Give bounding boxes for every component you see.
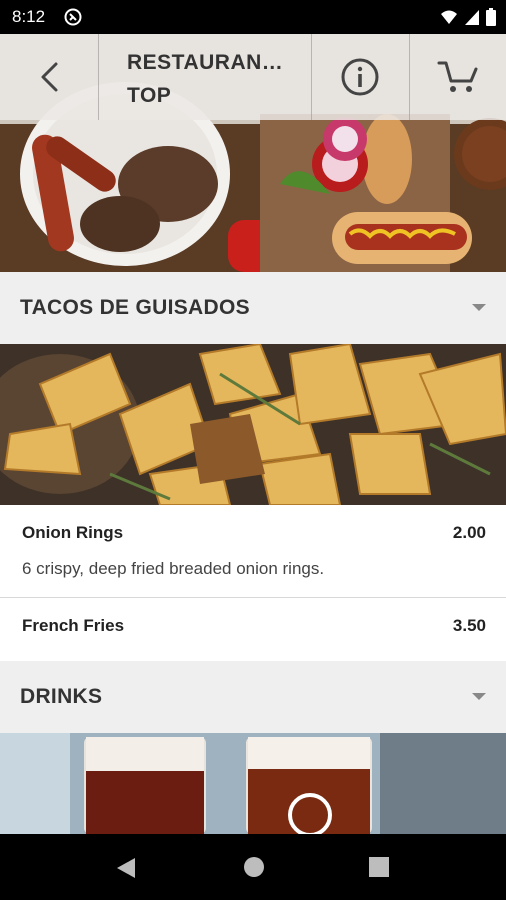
section-image-drinks bbox=[0, 733, 506, 834]
top-app-bar: RESTAURAN… TOP bbox=[0, 34, 506, 120]
title-line-2: TOP bbox=[127, 84, 172, 107]
signal-icon bbox=[465, 10, 479, 25]
nav-back-icon[interactable] bbox=[115, 856, 137, 880]
chevron-down-icon bbox=[472, 304, 486, 311]
potato-wedges-illustration bbox=[0, 344, 506, 505]
section-title: DRINKS bbox=[20, 685, 103, 708]
soda-glasses-illustration bbox=[0, 733, 506, 834]
item-name: French Fries bbox=[22, 616, 125, 635]
section-image-potatoes bbox=[0, 344, 506, 505]
back-button[interactable] bbox=[0, 34, 98, 120]
navigation-bar bbox=[0, 834, 506, 900]
divider bbox=[98, 34, 99, 120]
menu-item-french-fries[interactable]: French Fries 3.50 bbox=[0, 598, 506, 660]
info-icon bbox=[341, 58, 379, 96]
item-description: 6 crispy, deep fried breaded onion rings… bbox=[22, 559, 325, 578]
info-button[interactable] bbox=[311, 34, 409, 120]
status-icons bbox=[440, 8, 496, 26]
cart-icon bbox=[437, 61, 477, 92]
nav-recents-icon[interactable] bbox=[369, 857, 389, 877]
restaurant-title: RESTAURAN… TOP bbox=[127, 46, 307, 112]
section-header-tacos[interactable]: TACOS DE GUISADOS bbox=[0, 272, 506, 344]
item-price: 2.00 bbox=[452, 523, 486, 542]
nav-home-icon[interactable] bbox=[243, 856, 265, 878]
status-bar: 8:12 bbox=[0, 0, 506, 34]
chevron-down-icon bbox=[472, 693, 486, 700]
cart-button[interactable] bbox=[409, 34, 506, 120]
item-name: Onion Rings bbox=[22, 523, 124, 542]
app-notification-icon bbox=[64, 8, 82, 26]
status-time: 8:12 bbox=[12, 7, 46, 26]
item-price: 3.50 bbox=[452, 616, 486, 635]
battery-icon bbox=[486, 8, 496, 26]
wifi-icon bbox=[441, 10, 457, 24]
title-line-1: RESTAURAN… bbox=[127, 51, 284, 74]
section-title: TACOS DE GUISADOS bbox=[20, 296, 250, 319]
back-arrow-icon bbox=[41, 62, 58, 92]
section-header-drinks[interactable]: DRINKS bbox=[0, 661, 506, 733]
menu-item-onion-rings[interactable]: Onion Rings 2.00 6 crispy, deep fried br… bbox=[0, 505, 506, 597]
